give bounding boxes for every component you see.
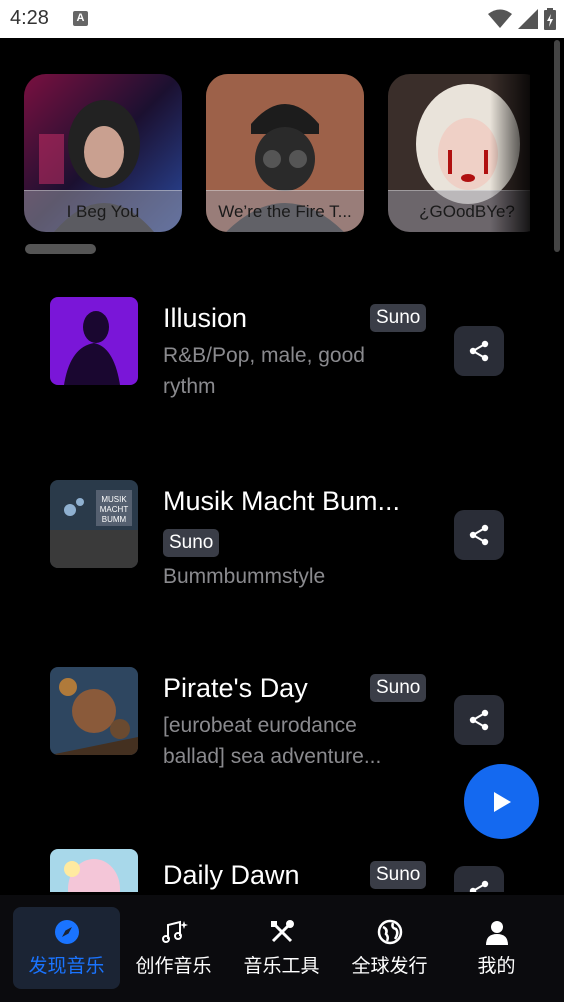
svg-text:MACHT: MACHT bbox=[100, 505, 129, 514]
source-badge: Suno bbox=[370, 861, 427, 889]
song-title[interactable]: Pirate's Day bbox=[163, 673, 363, 704]
carousel-fade bbox=[490, 74, 530, 234]
globe-icon bbox=[377, 919, 402, 945]
music-note-icon bbox=[161, 920, 188, 943]
compass-icon bbox=[54, 920, 79, 944]
share-icon bbox=[469, 709, 489, 731]
song-description: R&B/Pop, male, good rythm bbox=[163, 344, 365, 398]
system-icons bbox=[488, 8, 556, 30]
play-icon bbox=[493, 791, 511, 812]
share-button[interactable] bbox=[454, 510, 504, 560]
tools-icon bbox=[270, 920, 294, 943]
source-badge: Suno bbox=[370, 674, 427, 702]
song-thumbnail bbox=[50, 297, 138, 385]
scrollbar[interactable] bbox=[554, 40, 560, 252]
song-item[interactable]: MUSIK MACHT BUMM Musik Macht Bum... Suno… bbox=[0, 463, 564, 613]
status-time: 4:28 bbox=[10, 7, 49, 29]
nav-item-create[interactable]: 创作音乐 bbox=[120, 907, 227, 989]
notification-icon: A bbox=[73, 11, 88, 26]
bottom-navigation: 发现音乐 创作音乐 音乐工具 全球发行 我的 bbox=[0, 895, 564, 1002]
signal-icon bbox=[518, 9, 538, 29]
nav-label: 音乐工具 bbox=[243, 956, 320, 977]
battery-icon bbox=[544, 8, 556, 30]
carousel-card-title: We’re the Fire T... bbox=[206, 190, 364, 232]
song-title[interactable]: Musik Macht Bum... bbox=[163, 486, 413, 517]
nav-label: 我的 bbox=[477, 956, 516, 977]
nav-item-tools[interactable]: 音乐工具 bbox=[228, 907, 335, 989]
carousel-card[interactable]: I Beg You bbox=[24, 74, 182, 232]
song-thumbnail bbox=[50, 667, 138, 755]
song-item[interactable]: Daily Dawn Suno bbox=[0, 832, 564, 892]
nav-label: 全球发行 bbox=[351, 956, 428, 977]
song-title[interactable]: Daily Dawn bbox=[163, 860, 363, 891]
song-item[interactable]: Illusion Suno R&B/Pop, male, good rythm bbox=[0, 280, 564, 430]
nav-item-publish[interactable]: 全球发行 bbox=[336, 907, 443, 989]
status-bar: 4:28 A bbox=[0, 0, 564, 38]
thumbnail-text: MUSIK bbox=[101, 495, 127, 504]
share-icon bbox=[469, 524, 489, 546]
share-button[interactable] bbox=[454, 866, 504, 892]
source-badge: Suno bbox=[163, 529, 220, 557]
person-icon bbox=[485, 921, 508, 945]
share-icon bbox=[469, 880, 489, 892]
carousel-card-title: I Beg You bbox=[24, 190, 182, 232]
wifi-icon bbox=[488, 9, 512, 28]
share-button[interactable] bbox=[454, 326, 504, 376]
song-thumbnail: MUSIK MACHT BUMM bbox=[50, 480, 138, 568]
nav-label: 发现音乐 bbox=[28, 956, 105, 977]
share-icon bbox=[469, 340, 489, 362]
featured-carousel[interactable]: I Beg You We’re the Fire T... ¿GOodBYe? bbox=[24, 74, 530, 234]
carousel-page-indicator bbox=[25, 244, 96, 254]
carousel-card[interactable]: We’re the Fire T... bbox=[206, 74, 364, 232]
share-button[interactable] bbox=[454, 695, 504, 745]
song-description: Bummbummstyle bbox=[163, 565, 326, 588]
play-button[interactable] bbox=[464, 764, 539, 839]
song-thumbnail bbox=[50, 849, 138, 892]
svg-text:BUMM: BUMM bbox=[102, 515, 127, 524]
nav-item-discover[interactable]: 发现音乐 bbox=[13, 907, 120, 989]
source-badge: Suno bbox=[370, 304, 427, 332]
nav-label: 创作音乐 bbox=[135, 956, 212, 977]
song-title[interactable]: Illusion bbox=[163, 303, 363, 334]
nav-item-me[interactable]: 我的 bbox=[443, 907, 550, 989]
song-description: [eurobeat eurodance ballad] sea adventur… bbox=[163, 714, 382, 768]
